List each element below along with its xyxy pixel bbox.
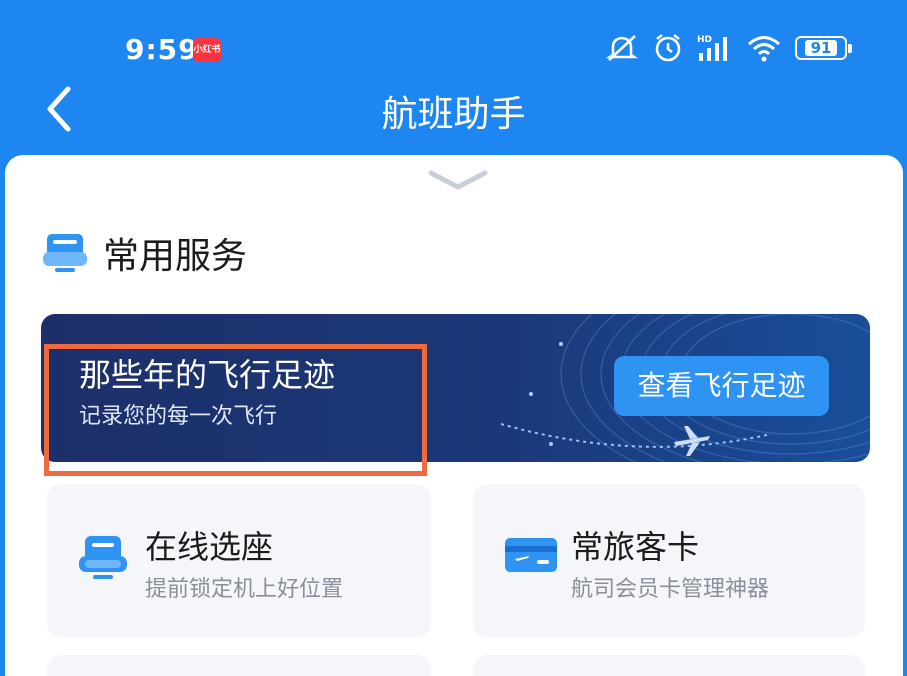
card-title: 在线选座	[145, 528, 274, 566]
battery-level: 91	[804, 40, 838, 56]
card-title: 常旅客卡	[571, 528, 700, 566]
section-title: 常用服务	[103, 236, 248, 277]
frequent-flyer-card[interactable]: 常旅客卡 航司会员卡管理神器	[473, 484, 865, 637]
view-flight-history-button[interactable]: 查看飞行足迹	[614, 356, 829, 416]
app-notification-icon: 小红书	[193, 38, 221, 62]
banner-subtitle: 记录您的每一次飞行	[79, 404, 278, 429]
mute-icon	[605, 33, 639, 63]
card-subtitle: 提前锁定机上好位置	[145, 577, 344, 602]
status-icons: HD 91	[605, 32, 852, 64]
svg-text:HD: HD	[697, 35, 712, 45]
flight-history-banner[interactable]: 那些年的飞行足迹 记录您的每一次飞行 查看飞行足迹	[41, 314, 870, 462]
seat-icon	[41, 228, 89, 278]
next-row-card-partial	[47, 655, 431, 676]
status-bar: 9:59 小红书 HD 91	[0, 0, 907, 75]
section-header: 常用服务	[41, 227, 247, 279]
chevron-down-icon	[427, 170, 489, 197]
airplane-icon	[672, 424, 712, 462]
signal-icon: HD	[697, 33, 733, 63]
collapse-handle[interactable]	[427, 167, 489, 193]
services-sheet: 常用服务 那些年的飞行足迹 记录您的每一次飞行 查看飞行足迹 在线选座 提前锁定…	[5, 155, 903, 676]
banner-title: 那些年的飞行足迹	[79, 356, 336, 394]
status-time: 9:59	[125, 33, 199, 66]
battery-indicator: 91	[795, 36, 852, 60]
wifi-icon	[747, 34, 781, 62]
membership-card-icon	[503, 532, 559, 582]
online-seat-selection-card[interactable]: 在线选座 提前锁定机上好位置	[47, 484, 431, 637]
next-row-card-partial	[473, 655, 865, 676]
page-title: 航班助手	[381, 94, 526, 135]
card-subtitle: 航司会员卡管理神器	[571, 577, 770, 602]
seat-icon	[77, 532, 129, 586]
nav-bar: 航班助手	[0, 75, 907, 150]
alarm-icon	[653, 33, 683, 63]
phone-screen: 9:59 小红书 HD 91 航班助手 常用服务 那些年的飞行足迹 记录您的每一…	[0, 0, 907, 676]
